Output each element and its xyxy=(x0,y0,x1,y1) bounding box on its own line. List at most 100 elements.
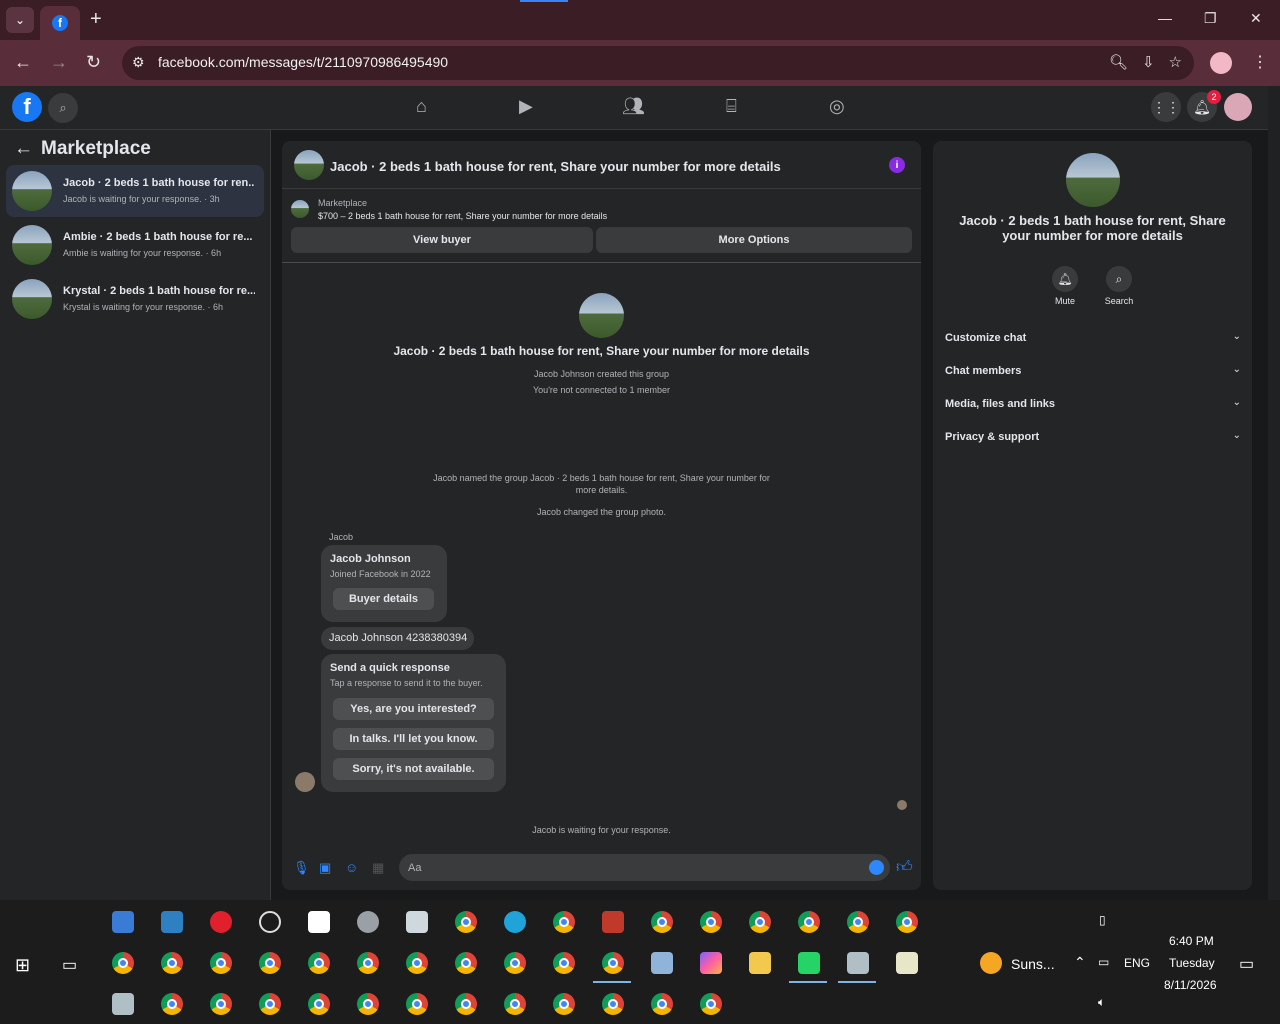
chrome-icon[interactable] xyxy=(308,952,330,974)
eraser-app-icon[interactable] xyxy=(651,952,673,974)
browser-profile-avatar[interactable] xyxy=(1210,52,1232,74)
groups-icon[interactable]: ◎ xyxy=(829,96,845,117)
chrome-icon[interactable] xyxy=(553,993,575,1015)
windows-start-icon[interactable]: ⊞ xyxy=(15,955,30,976)
network-icon[interactable]: ▭ xyxy=(1098,955,1109,969)
reload-icon[interactable]: ↻ xyxy=(86,52,101,73)
conversation-item[interactable]: Krystal · 2 beds 1 bath house for re... … xyxy=(6,273,264,325)
app-icon[interactable] xyxy=(161,911,183,933)
conversation-item[interactable]: Jacob · 2 beds 1 bath house for ren... J… xyxy=(6,165,264,217)
chrome-icon[interactable] xyxy=(847,911,869,933)
address-bar[interactable]: ⚙ facebook.com/messages/t/21109709864954… xyxy=(122,46,1194,80)
gif-icon[interactable]: ▦ xyxy=(372,860,384,876)
tablet-icon[interactable]: ▯ xyxy=(1099,913,1106,927)
view-buyer-button[interactable]: View buyer xyxy=(291,227,593,253)
chrome-icon[interactable] xyxy=(504,952,526,974)
chrome-icon[interactable] xyxy=(700,911,722,933)
url-text[interactable]: facebook.com/messages/t/2110970986495490 xyxy=(158,54,448,70)
chrome-icon[interactable] xyxy=(357,993,379,1015)
settings-gear-icon[interactable] xyxy=(357,911,379,933)
chrome-icon[interactable] xyxy=(749,911,771,933)
volume-icon[interactable]: 🔈︎ xyxy=(1098,995,1105,1010)
chrome-icon[interactable] xyxy=(210,952,232,974)
thumbs-up-icon[interactable]: 👍︎ xyxy=(896,858,913,877)
search-icon[interactable]: ⌕ xyxy=(48,93,78,123)
chat-members-row[interactable]: Chat members ⌄ xyxy=(945,362,1241,382)
page-scrollbar[interactable] xyxy=(1268,86,1280,900)
listing-text[interactable]: $700 – 2 beds 1 bath house for rent, Sha… xyxy=(318,211,607,221)
chrome-icon[interactable] xyxy=(406,993,428,1015)
notification-center-icon[interactable]: ▭ xyxy=(1239,954,1254,974)
chrome-icon[interactable] xyxy=(896,911,918,933)
clock-date[interactable]: 8/11/2026 xyxy=(1164,978,1217,992)
forward-arrow-icon[interactable]: → xyxy=(50,52,68,73)
message-input[interactable]: Aa xyxy=(399,854,890,881)
back-arrow-icon[interactable]: ← xyxy=(14,52,32,73)
group-thumbnail[interactable] xyxy=(294,150,324,180)
quick-response-button[interactable]: In talks. I'll let you know. xyxy=(333,728,494,750)
install-app-icon[interactable]: ⇩ xyxy=(1142,53,1155,71)
chevron-up-icon[interactable]: ⌃ xyxy=(1074,954,1086,971)
minimize-button[interactable]: — xyxy=(1158,10,1172,26)
chrome-icon[interactable] xyxy=(161,993,183,1015)
info-icon[interactable]: i xyxy=(889,157,905,173)
chrome-icon[interactable] xyxy=(406,952,428,974)
chrome-icon[interactable] xyxy=(112,952,134,974)
friends-icon[interactable]: 👥︎ xyxy=(622,96,645,117)
account-avatar[interactable] xyxy=(1224,93,1252,121)
image-icon[interactable]: ▣ xyxy=(319,860,331,876)
menu-grid-icon[interactable]: ⋮⋮ xyxy=(1151,92,1181,122)
snipping-tool-icon[interactable] xyxy=(602,911,624,933)
clock-time[interactable]: 6:40 PM xyxy=(1169,934,1214,948)
clock-day[interactable]: Tuesday xyxy=(1169,956,1215,970)
copilot-icon[interactable] xyxy=(700,952,722,974)
contact-card-icon[interactable] xyxy=(112,993,134,1015)
chrome-icon[interactable] xyxy=(455,911,477,933)
chrome-icon[interactable] xyxy=(161,952,183,974)
microphone-icon[interactable]: 🎙︎ xyxy=(293,860,310,876)
chrome-icon[interactable] xyxy=(553,911,575,933)
chrome-icon[interactable] xyxy=(798,911,820,933)
solitaire-icon[interactable] xyxy=(406,911,428,933)
quick-response-button[interactable]: Yes, are you interested? xyxy=(333,698,494,720)
photos-icon[interactable] xyxy=(847,952,869,974)
chrome-icon[interactable] xyxy=(455,952,477,974)
chrome-icon[interactable] xyxy=(651,911,673,933)
sender-avatar[interactable] xyxy=(295,772,315,792)
whatsapp-icon[interactable] xyxy=(798,952,820,974)
close-window-button[interactable]: ✕ xyxy=(1250,10,1262,27)
video-icon[interactable]: ▶ xyxy=(519,96,533,117)
chrome-icon[interactable] xyxy=(700,993,722,1015)
file-explorer-icon[interactable] xyxy=(749,952,771,974)
privacy-support-row[interactable]: Privacy & support ⌄ xyxy=(945,428,1241,448)
chrome-icon[interactable] xyxy=(455,993,477,1015)
marketplace-icon[interactable]: ⌸ xyxy=(726,96,737,117)
edge-icon[interactable] xyxy=(504,911,526,933)
buyer-details-button[interactable]: Buyer details xyxy=(333,588,434,610)
message-bubble[interactable]: Jacob Johnson 4238380394 xyxy=(321,627,474,650)
customize-chat-row[interactable]: Customize chat ⌄ xyxy=(945,329,1241,349)
chrome-icon[interactable] xyxy=(259,952,281,974)
back-arrow-icon[interactable]: ← xyxy=(14,138,33,159)
new-tab-button[interactable]: + xyxy=(90,8,102,31)
bookmark-star-icon[interactable]: ☆ xyxy=(1169,53,1182,71)
chrome-icon[interactable] xyxy=(602,952,624,974)
chrome-icon[interactable] xyxy=(308,993,330,1015)
restore-button[interactable]: ❐ xyxy=(1204,10,1217,27)
zoom-icon[interactable]: 🔍︎ xyxy=(1109,53,1128,71)
home-icon[interactable]: ⌂ xyxy=(416,96,427,117)
chrome-icon[interactable] xyxy=(259,993,281,1015)
task-view-icon[interactable]: ▭ xyxy=(62,955,77,975)
emoji-icon[interactable] xyxy=(869,860,884,875)
weather-sun-icon[interactable] xyxy=(980,952,1002,974)
chrome-icon[interactable] xyxy=(357,952,379,974)
weather-text[interactable]: Suns... xyxy=(1011,956,1055,972)
sticker-icon[interactable]: ☺ xyxy=(345,860,358,875)
site-settings-icon[interactable]: ⚙ xyxy=(132,54,145,71)
search-icon[interactable]: ⌕ xyxy=(1106,266,1132,292)
chrome-icon[interactable] xyxy=(504,993,526,1015)
media-files-links-row[interactable]: Media, files and links ⌄ xyxy=(945,395,1241,415)
security-shield-icon[interactable] xyxy=(308,911,330,933)
more-options-button[interactable]: More Options xyxy=(596,227,912,253)
mute-bell-icon[interactable]: 🔔︎ xyxy=(1052,266,1078,292)
